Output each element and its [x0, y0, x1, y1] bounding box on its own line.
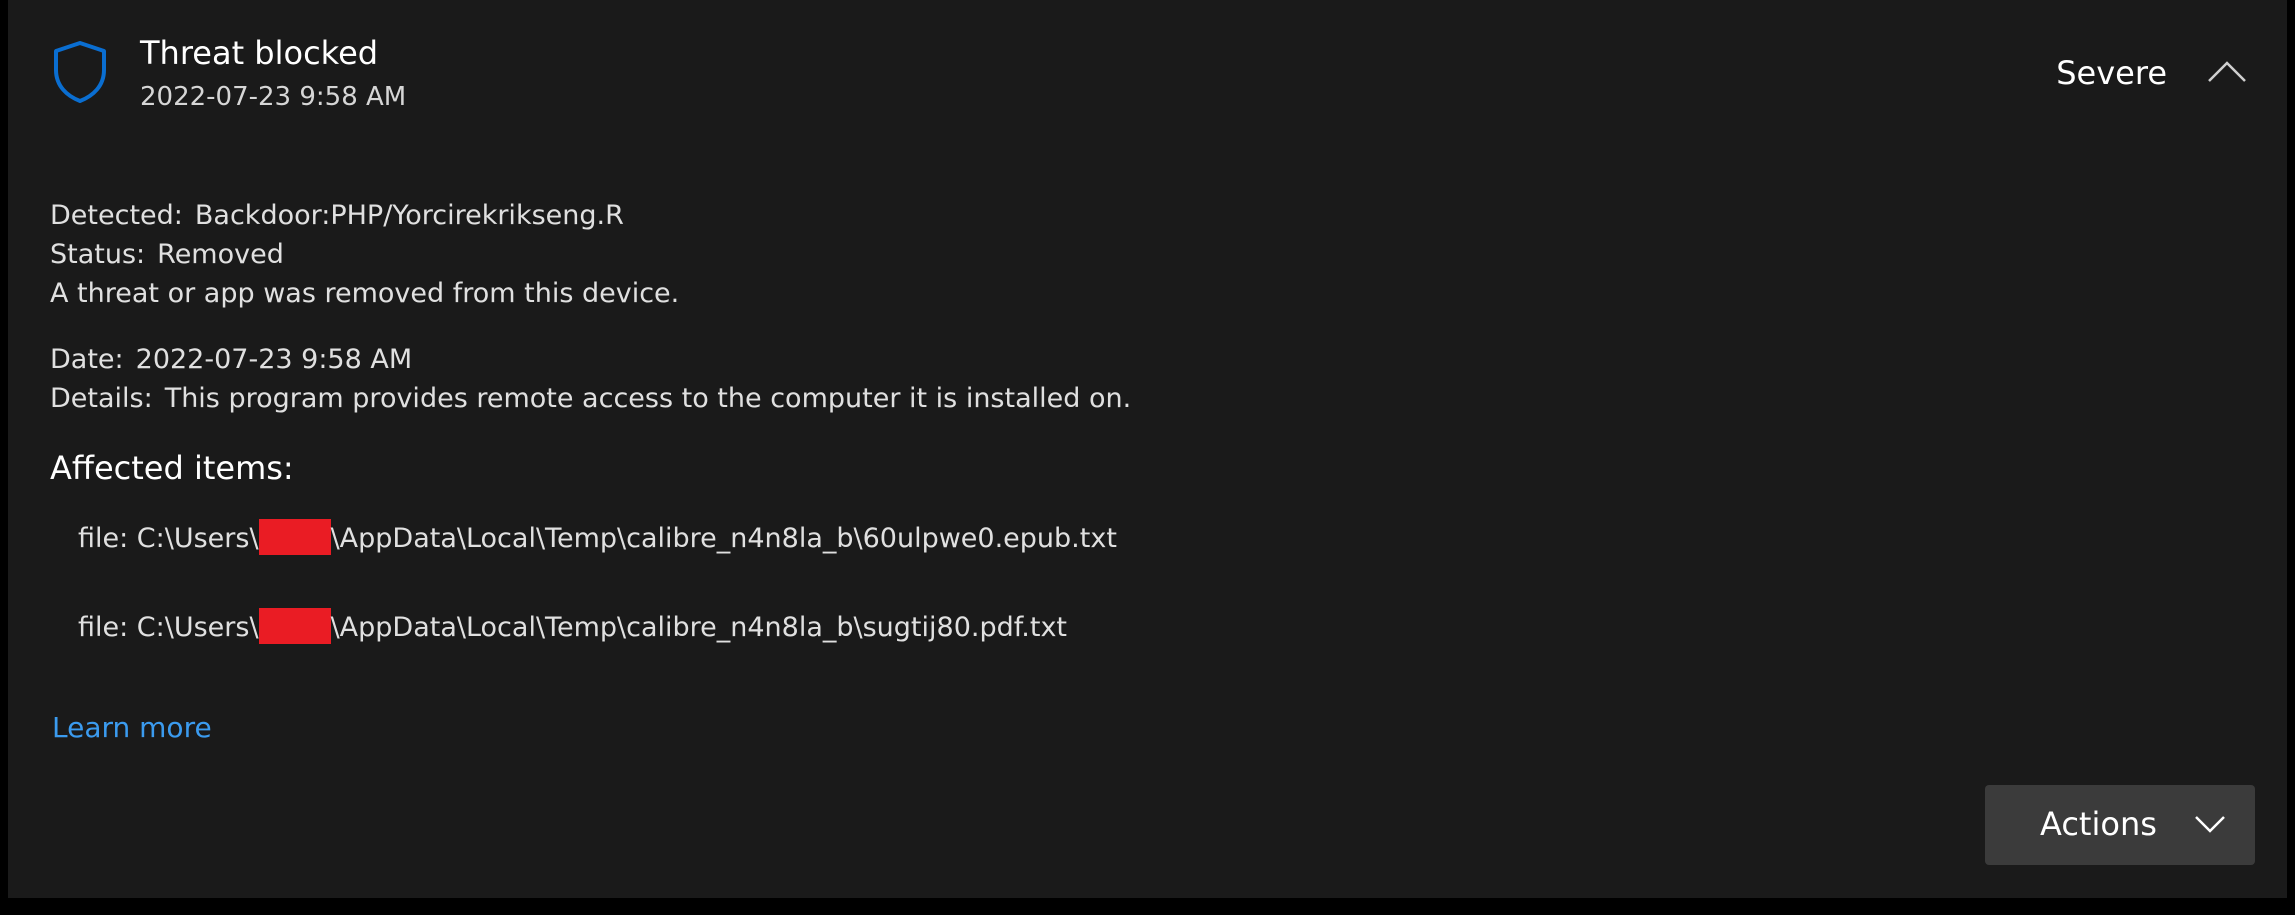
redaction-box	[258, 608, 331, 644]
affected-item: file: C:\Users\ \AppData\Local\Temp\calib…	[78, 519, 1117, 555]
details-value: This program provides remote access to t…	[164, 383, 1132, 414]
affected-items-heading: Affected items:	[50, 449, 294, 487]
detected-value: Backdoor:PHP/Yorcirekrikseng.R	[194, 200, 624, 231]
threat-panel: Threat blocked 2022-07-23 9:58 AM Severe…	[8, 0, 2287, 898]
actions-label: Actions	[2040, 805, 2157, 843]
detected-row: Detected: Backdoor:PHP/Yorcirekrikseng.R	[50, 200, 624, 231]
redaction-box	[258, 519, 331, 555]
file-path-suffix: \AppData\Local\Temp\calibre_n4n8la_b\60u…	[330, 523, 1117, 554]
threat-timestamp: 2022-07-23 9:58 AM	[140, 82, 407, 112]
chevron-up-icon[interactable]	[2205, 56, 2249, 86]
detected-key: Detected:	[50, 200, 183, 231]
status-row: Status: Removed	[50, 239, 284, 270]
chevron-down-icon	[2195, 816, 2225, 833]
learn-more-link[interactable]: Learn more	[52, 711, 212, 744]
file-path-prefix: file: C:\Users\	[78, 523, 259, 554]
status-key: Status:	[50, 239, 146, 270]
shield-icon	[54, 41, 106, 103]
file-path-suffix: \AppData\Local\Temp\calibre_n4n8la_b\sug…	[330, 612, 1068, 643]
date-row: Date: 2022-07-23 9:58 AM	[50, 344, 412, 375]
affected-item: file: C:\Users\ \AppData\Local\Temp\calib…	[78, 608, 1067, 644]
date-key: Date:	[50, 344, 124, 375]
date-value: 2022-07-23 9:58 AM	[135, 344, 413, 375]
status-value: Removed	[157, 239, 284, 270]
file-path-prefix: file: C:\Users\	[78, 612, 259, 643]
details-row: Details: This program provides remote acc…	[50, 383, 1131, 414]
actions-button[interactable]: Actions	[1985, 785, 2255, 865]
threat-title: Threat blocked	[140, 34, 379, 72]
details-key: Details:	[50, 383, 153, 414]
status-message: A threat or app was removed from this de…	[50, 278, 680, 309]
severity-label: Severe	[2056, 54, 2167, 92]
